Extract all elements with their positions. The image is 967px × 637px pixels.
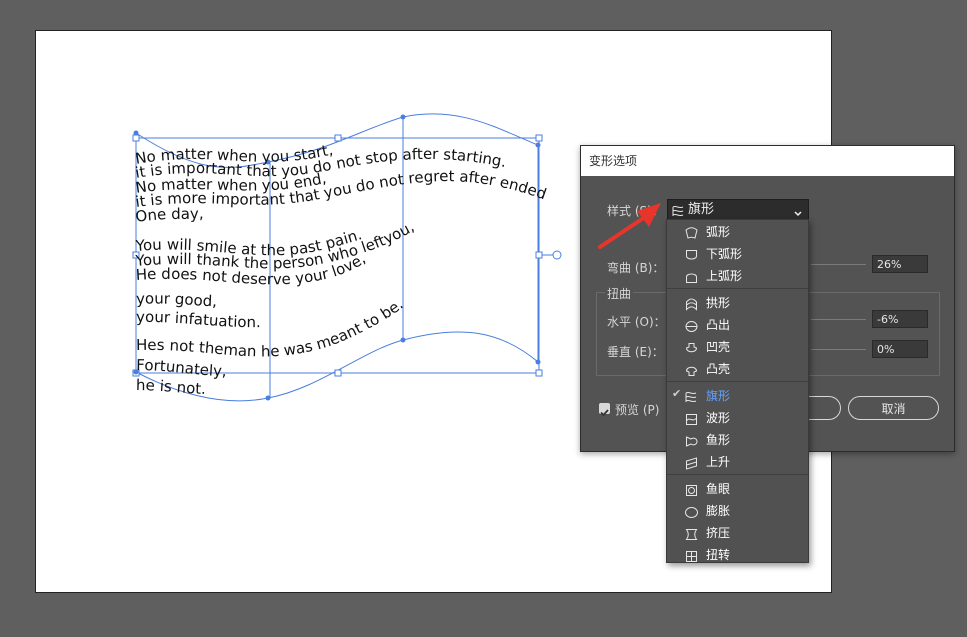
- checkmark-icon: ✔: [672, 387, 682, 400]
- text-line: One day,: [134, 204, 204, 226]
- cancel-button[interactable]: 取消: [848, 396, 939, 420]
- bend-field[interactable]: 26%: [872, 255, 928, 273]
- menu-item-flag[interactable]: ✔ 旗形: [667, 384, 808, 406]
- menu-item-wave[interactable]: 波形: [667, 406, 808, 428]
- dialog-title[interactable]: 变形选项: [581, 146, 954, 176]
- horizontal-label: 水平 (O)：: [607, 315, 666, 329]
- annotation-arrow: [598, 203, 661, 249]
- menu-item-shell-upper[interactable]: 凸壳: [667, 357, 808, 379]
- preview-label[interactable]: 预览 (P): [615, 401, 659, 418]
- text-line: your good,: [136, 290, 217, 311]
- rotate-handle[interactable]: [552, 250, 562, 260]
- bend-label: 弯曲 (B)：: [607, 261, 665, 275]
- menu-item-rise[interactable]: 上升: [667, 450, 808, 472]
- twist-icon: [685, 548, 698, 567]
- horizontal-slider[interactable]: [811, 319, 866, 320]
- menu-item-arch[interactable]: 拱形: [667, 291, 808, 313]
- text-line: he is not.: [136, 376, 206, 398]
- menu-item-squeeze[interactable]: 挤压: [667, 521, 808, 543]
- arc-upper-icon: [685, 269, 698, 288]
- menu-item-twist[interactable]: 扭转: [667, 543, 808, 565]
- vertical-field[interactable]: 0%: [872, 340, 928, 358]
- svg-text:One day,: One day,: [134, 204, 204, 226]
- svg-text:your good,: your good,: [136, 290, 217, 311]
- warped-text[interactable]: No matter when you start, it is importan…: [0, 0, 549, 398]
- shell-upper-icon: [685, 362, 698, 381]
- menu-item-bulge[interactable]: 凸出: [667, 313, 808, 335]
- menu-item-arc-lower[interactable]: 下弧形: [667, 242, 808, 264]
- menu-item-arc-upper[interactable]: 上弧形: [667, 264, 808, 286]
- distortion-label: 扭曲: [605, 285, 634, 302]
- menu-item-fish[interactable]: 鱼形: [667, 428, 808, 450]
- style-value: 旗形: [688, 202, 715, 217]
- svg-text:he is not.: he is not.: [136, 376, 206, 398]
- bend-slider[interactable]: [811, 264, 866, 265]
- menu-item-fisheye[interactable]: 鱼眼: [667, 477, 808, 499]
- rise-icon: [685, 455, 698, 474]
- menu-item-inflate[interactable]: 膨胀: [667, 499, 808, 521]
- vertical-label: 垂直 (E)：: [607, 345, 664, 359]
- menu-item-shell-lower[interactable]: 凹壳: [667, 335, 808, 357]
- horizontal-field[interactable]: -6%: [872, 310, 928, 328]
- vertical-slider[interactable]: [811, 349, 866, 350]
- svg-text:your infatuation.: your infatuation.: [136, 308, 261, 331]
- style-dropdown[interactable]: 旗形: [667, 199, 809, 220]
- menu-item-arc[interactable]: 弧形: [667, 220, 808, 242]
- preview-checkbox[interactable]: [599, 403, 610, 417]
- text-line: your infatuation.: [136, 308, 261, 331]
- style-menu: 弧形 下弧形 上弧形 拱形 凸出 凹壳 凸壳 ✔ 旗形 波形 鱼形 上升 鱼眼 …: [666, 219, 809, 563]
